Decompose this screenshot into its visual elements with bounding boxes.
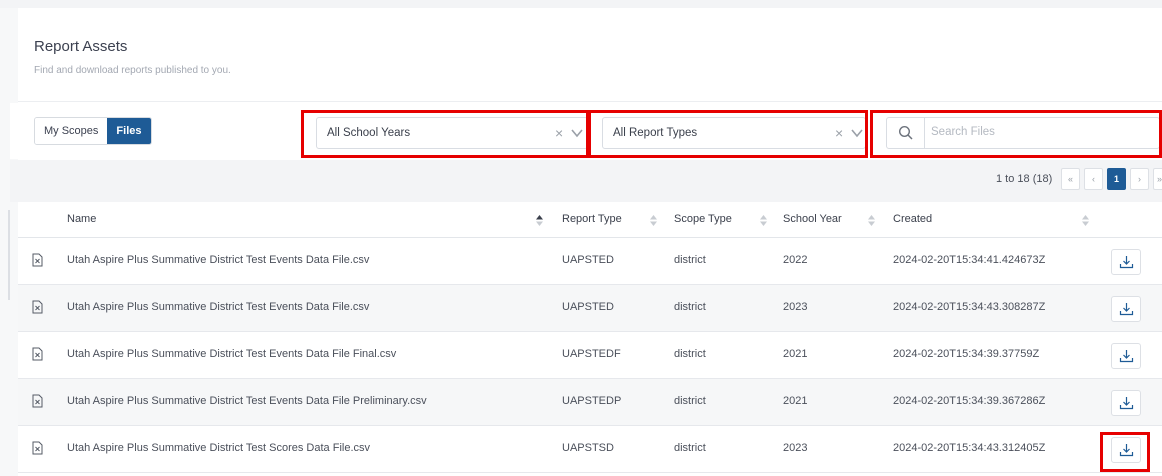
download-button[interactable] [1111,343,1141,369]
csv-file-icon [32,394,43,408]
created-date: 2024-02-20T15:34:39.37759Z [893,348,1040,360]
sort-icon[interactable] [650,215,657,226]
download-button[interactable] [1111,296,1141,322]
school-year: 2022 [783,254,808,266]
scope-type: district [674,395,706,407]
download-button[interactable] [1111,390,1141,416]
chevron-down-icon[interactable] [850,126,864,140]
next-page-button[interactable]: › [1130,168,1149,190]
sort-icon[interactable] [760,215,767,226]
download-icon [1119,350,1134,363]
left-gutter [0,8,18,476]
table-header: Name Report Type Scope Type School Year … [18,202,1162,238]
csv-file-icon [32,441,43,455]
page-subtitle: Find and download reports published to y… [34,65,231,76]
school-year: 2021 [783,348,808,360]
report-type: UAPSTED [562,254,614,266]
search-icon [898,125,913,140]
page-1-button[interactable]: 1 [1107,168,1126,190]
report-type: UAPSTSD [562,442,614,454]
scope-type: district [674,442,706,454]
table-row: Utah Aspire Plus Summative District Test… [18,238,1162,285]
table-row: Utah Aspire Plus Summative District Test… [18,426,1162,473]
created-date: 2024-02-20T15:34:41.424673Z [893,254,1046,266]
clear-icon[interactable]: × [555,125,563,141]
csv-file-icon [32,253,43,267]
column-header-report-type[interactable]: Report Type [562,213,622,225]
first-page-button[interactable]: « [1061,168,1080,190]
table-row: Utah Aspire Plus Summative District Test… [18,332,1162,379]
file-name: Utah Aspire Plus Summative District Test… [67,442,371,454]
csv-file-icon [32,347,43,361]
download-icon [1119,256,1134,269]
created-date: 2024-02-20T15:34:43.308287Z [893,301,1046,313]
table-row: Utah Aspire Plus Summative District Test… [18,285,1162,332]
report-type: UAPSTEDF [562,348,621,360]
school-year-select[interactable]: All School Years × [316,117,588,149]
school-year-select-value: All School Years [327,127,411,139]
sort-ascending-icon[interactable] [536,215,543,226]
clear-icon[interactable]: × [835,125,843,141]
download-icon [1119,444,1134,457]
csv-file-icon [32,300,43,314]
scope-type: district [674,348,706,360]
report-type: UAPSTEDP [562,395,622,407]
report-type: UAPSTED [562,301,614,313]
report-type-select-value: All Report Types [613,127,698,139]
chevron-down-icon[interactable] [570,126,584,140]
download-icon [1119,303,1134,316]
report-type-select[interactable]: All Report Types × [602,117,866,149]
sort-icon[interactable] [1082,215,1089,226]
created-date: 2024-02-20T15:34:39.367286Z [893,395,1046,407]
view-toggle: My Scopes Files [34,117,152,145]
scope-type: district [674,254,706,266]
filter-toolbar: My Scopes Files All School Years × All R… [10,103,1162,159]
file-name: Utah Aspire Plus Summative District Test… [67,254,370,266]
file-name: Utah Aspire Plus Summative District Test… [67,395,427,407]
search-input[interactable] [931,126,1151,138]
school-year: 2023 [783,442,808,454]
files-table: Name Report Type Scope Type School Year … [18,202,1162,473]
download-icon [1119,397,1134,410]
table-row: Utah Aspire Plus Summative District Test… [18,379,1162,426]
pagination-bar: 1 to 18 (18) « ‹ 1 › » [10,160,1162,202]
file-name: Utah Aspire Plus Summative District Test… [67,348,397,360]
file-name: Utah Aspire Plus Summative District Test… [67,301,370,313]
last-page-button[interactable]: » [1153,168,1162,190]
column-header-created[interactable]: Created [893,213,932,225]
search-icon-container [887,118,925,148]
school-year: 2023 [783,301,808,313]
school-year: 2021 [783,395,808,407]
pagination-summary: 1 to 18 (18) [996,173,1053,185]
page-title: Report Assets [34,38,128,55]
previous-page-button[interactable]: ‹ [1084,168,1103,190]
scrollbar-thumb[interactable] [8,210,10,300]
created-date: 2024-02-20T15:34:43.312405Z [893,442,1046,454]
tab-my-scopes[interactable]: My Scopes [35,118,108,144]
scope-type: district [674,301,706,313]
search-field [886,117,1160,149]
column-header-name[interactable]: Name [67,213,96,225]
download-button[interactable] [1111,249,1141,275]
top-band [0,0,1162,8]
column-header-scope-type[interactable]: Scope Type [674,213,732,225]
page-header: Report Assets Find and download reports … [18,8,1162,102]
column-header-school-year[interactable]: School Year [783,213,842,225]
tab-files[interactable]: Files [107,118,151,144]
sort-icon[interactable] [868,215,875,226]
download-button[interactable] [1111,437,1141,463]
